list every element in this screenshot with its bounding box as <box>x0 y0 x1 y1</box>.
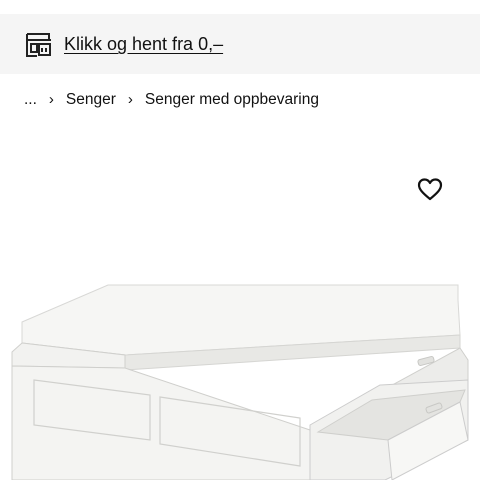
breadcrumb-separator: › <box>127 90 133 108</box>
breadcrumb-item-ellipsis[interactable]: ... <box>24 91 37 109</box>
breadcrumb-item-senger-med-oppbevaring[interactable]: Senger med oppbevaring <box>145 91 319 109</box>
product-image[interactable] <box>0 240 480 480</box>
breadcrumb: ... › Senger › Senger med oppbevaring <box>24 89 319 111</box>
breadcrumb-separator: › <box>48 90 54 108</box>
click-and-collect-link[interactable]: Klikk og hent fra 0,– <box>64 32 223 56</box>
store-pickup-icon <box>25 32 53 58</box>
heart-outline-icon[interactable] <box>417 177 443 203</box>
click-and-collect-banner: Klikk og hent fra 0,– <box>0 14 480 74</box>
breadcrumb-item-senger[interactable]: Senger <box>66 91 116 109</box>
